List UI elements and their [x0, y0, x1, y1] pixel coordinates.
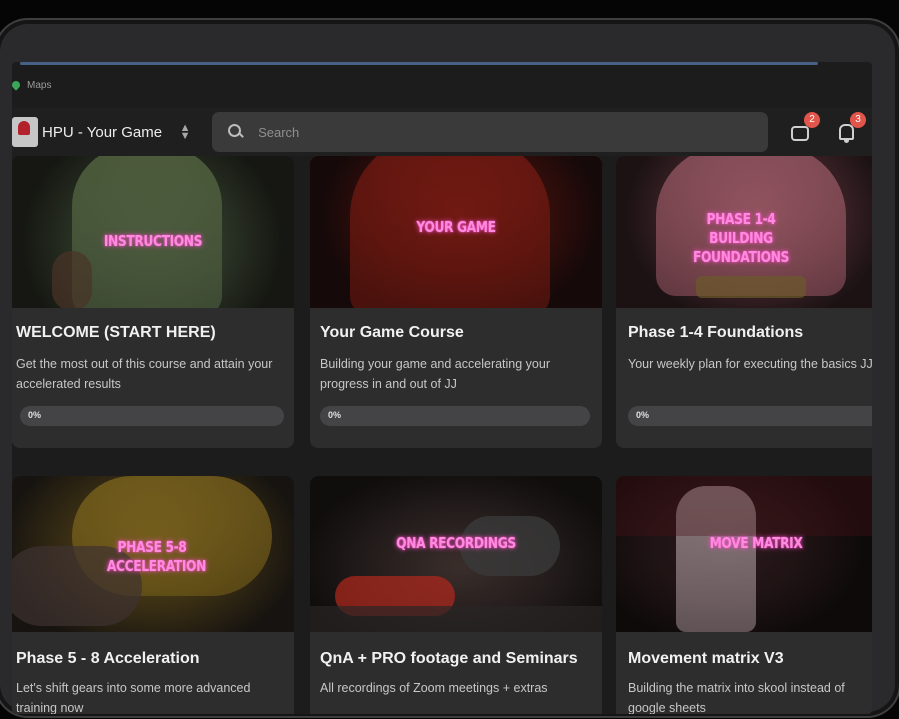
chat-badge: 2 — [804, 112, 820, 128]
group-switcher-chevron-icon[interactable]: ▲ ▼ — [178, 123, 192, 142]
back-to-maps-link[interactable]: Maps — [27, 80, 51, 91]
progress-label: 0% — [28, 410, 42, 420]
course-thumbnail: PHASE 5-8 ACCELERATION — [12, 476, 294, 632]
tablet-frame: Maps HPU - Your Game ▲▼ 2 3 — [0, 18, 899, 718]
course-thumbnail: QNA RECORDINGS — [310, 476, 602, 632]
course-card[interactable]: YOUR GAME Your Game Course Building your… — [310, 156, 602, 448]
course-title: Phase 1-4 Foundations — [628, 324, 804, 341]
app-screen: Maps HPU - Your Game ▲▼ 2 3 — [12, 62, 872, 714]
chat-button[interactable]: 2 — [788, 112, 820, 146]
maps-icon — [12, 79, 22, 91]
progress-label: 0% — [636, 410, 650, 420]
course-description: Your weekly plan for executing the basic… — [628, 357, 872, 371]
course-description: All recordings of Zoom meetings + extras — [320, 681, 548, 695]
course-title: Your Game Course — [320, 324, 464, 341]
group-header: HPU - Your Game ▲▼ 2 3 — [12, 108, 872, 156]
course-description: Get the most out of this course and atta… — [16, 357, 273, 391]
thumb-label: QNA RECORDINGS — [396, 534, 516, 552]
course-title: Phase 5 - 8 Acceleration — [16, 650, 200, 667]
notification-badge: 3 — [850, 112, 866, 128]
notifications-button[interactable]: 3 — [834, 112, 866, 146]
course-description: Building the matrix into skool instead o… — [628, 681, 845, 714]
thumb-label: INSTRUCTIONS — [103, 232, 203, 250]
progress-bar: 0% — [628, 406, 872, 426]
course-card[interactable]: QNA RECORDINGS QnA + PRO footage and Sem… — [310, 476, 602, 714]
bell-icon — [839, 124, 854, 143]
thumb-label: PHASE 5-8 ACCELERATION — [106, 538, 206, 575]
progress-bar: 0% — [20, 406, 284, 426]
course-title: WELCOME (START HERE) — [16, 324, 216, 341]
group-logo[interactable] — [12, 117, 38, 147]
search-input[interactable] — [256, 123, 741, 141]
course-title: Movement matrix V3 — [628, 650, 784, 667]
course-title: QnA + PRO footage and Seminars — [320, 650, 578, 667]
course-thumbnail: INSTRUCTIONS — [12, 156, 294, 308]
course-card[interactable]: MOVE MATRIX Movement matrix V3 Building … — [616, 476, 872, 714]
course-thumbnail: PHASE 1-4 BUILDING FOUNDATIONS — [616, 156, 872, 308]
course-thumbnail: MOVE MATRIX — [616, 476, 872, 632]
status-bar: Maps — [12, 68, 872, 102]
course-card[interactable]: PHASE 5-8 ACCELERATION Phase 5 - 8 Accel… — [12, 476, 294, 714]
thumb-label: MOVE MATRIX — [709, 534, 803, 552]
group-name[interactable]: HPU - Your Game — [42, 124, 162, 141]
chat-icon — [791, 126, 809, 141]
thumb-label: PHASE 1-4 BUILDING FOUNDATIONS — [693, 210, 789, 266]
search-icon — [226, 123, 244, 141]
progress-label: 0% — [328, 410, 342, 420]
top-indicator — [20, 62, 818, 65]
course-description: Let's shift gears into some more advance… — [16, 681, 251, 714]
course-card[interactable]: PHASE 1-4 BUILDING FOUNDATIONS Phase 1-4… — [616, 156, 872, 448]
course-thumbnail: YOUR GAME — [310, 156, 602, 308]
course-description: Building your game and accelerating your… — [320, 357, 550, 391]
thumb-label: YOUR GAME — [416, 218, 496, 236]
search-bar[interactable] — [212, 112, 769, 152]
course-card[interactable]: INSTRUCTIONS WELCOME (START HERE) Get th… — [12, 156, 294, 448]
progress-bar: 0% — [320, 406, 590, 426]
